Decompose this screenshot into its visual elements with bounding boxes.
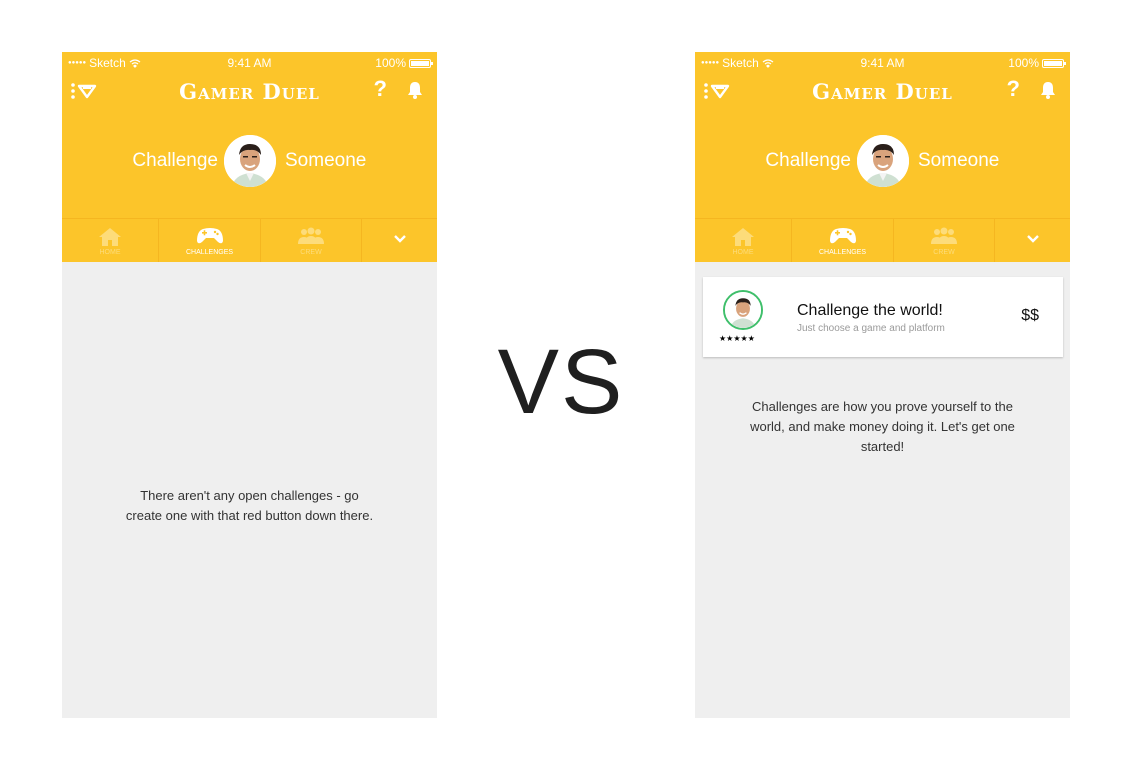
gamepad-icon — [196, 228, 223, 244]
tab-home-label: HOME — [99, 249, 121, 256]
someone-label: Someone — [285, 150, 367, 171]
tab-home[interactable]: HOME — [695, 219, 792, 262]
tab-more[interactable] — [362, 219, 437, 262]
home-icon — [732, 228, 754, 246]
notification-bell-icon[interactable] — [1038, 80, 1058, 100]
challenge-someone-button[interactable]: Challenge Someone — [62, 135, 437, 189]
challenge-world-card[interactable]: ★★★★★ Challenge the world! Just choose a… — [703, 277, 1063, 357]
crew-icon — [931, 227, 957, 244]
vs-label: VS — [497, 331, 625, 433]
battery-percent: 100% — [1008, 56, 1039, 70]
tab-challenges-label: CHALLENGES — [185, 249, 234, 256]
battery-percent: 100% — [375, 56, 406, 70]
card-avatar — [723, 290, 763, 330]
card-subtitle: Just choose a game and platform — [797, 323, 945, 334]
phone-screen-after: ●●●●● Sketch 9:41 AM 100% Gamer Duel ? C… — [695, 52, 1070, 718]
help-button[interactable]: ? — [374, 76, 387, 102]
tab-more[interactable] — [995, 219, 1070, 262]
tab-bar: HOME CHALLENGES CREW — [62, 218, 437, 262]
card-price: $$ — [1021, 307, 1039, 324]
battery-icon — [409, 58, 433, 68]
empty-state-message: There aren't any open challenges - go cr… — [125, 488, 374, 523]
tab-bar: HOME CHALLENGES CREW — [695, 218, 1070, 262]
someone-label: Someone — [918, 150, 1000, 171]
top-nav: Gamer Duel ? — [62, 76, 437, 106]
challenge-label: Challenge — [765, 150, 851, 171]
tab-crew-label: CREW — [933, 249, 955, 256]
app-header: ●●●●● Sketch 9:41 AM 100% Gamer Duel ? C… — [62, 52, 437, 262]
challenge-label: Challenge — [132, 150, 218, 171]
challenge-someone-button[interactable]: Challenge Someone — [695, 135, 1070, 189]
home-icon — [99, 228, 121, 246]
info-message: Challenges are how you prove yourself to… — [750, 399, 1015, 454]
user-avatar — [857, 135, 909, 187]
gamepad-icon — [829, 228, 856, 244]
star-rating: ★★★★★ — [719, 334, 755, 343]
tab-challenges-label: CHALLENGES — [818, 249, 867, 256]
crew-icon — [298, 227, 324, 244]
status-bar: ●●●●● Sketch 9:41 AM 100% — [695, 52, 1070, 72]
phone-screen-before: ●●●●● Sketch 9:41 AM 100% Gamer Duel ? C… — [62, 52, 437, 718]
tab-home-label: HOME — [732, 249, 754, 256]
tab-home[interactable]: HOME — [62, 219, 159, 262]
chevron-down-icon — [1026, 235, 1039, 243]
status-bar: ●●●●● Sketch 9:41 AM 100% — [62, 52, 437, 72]
app-header: ●●●●● Sketch 9:41 AM 100% Gamer Duel ? C… — [695, 52, 1070, 262]
user-avatar — [224, 135, 276, 187]
card-title: Challenge the world! — [797, 302, 943, 319]
battery-icon — [1042, 58, 1066, 68]
tab-crew-label: CREW — [300, 249, 322, 256]
help-button[interactable]: ? — [1007, 76, 1020, 102]
tab-challenges[interactable]: CHALLENGES — [159, 219, 261, 262]
chevron-down-icon — [393, 235, 406, 243]
top-nav: Gamer Duel ? — [695, 76, 1070, 106]
tab-challenges[interactable]: CHALLENGES — [792, 219, 894, 262]
tab-crew[interactable]: CREW — [894, 219, 995, 262]
tab-crew[interactable]: CREW — [261, 219, 362, 262]
notification-bell-icon[interactable] — [405, 80, 425, 100]
